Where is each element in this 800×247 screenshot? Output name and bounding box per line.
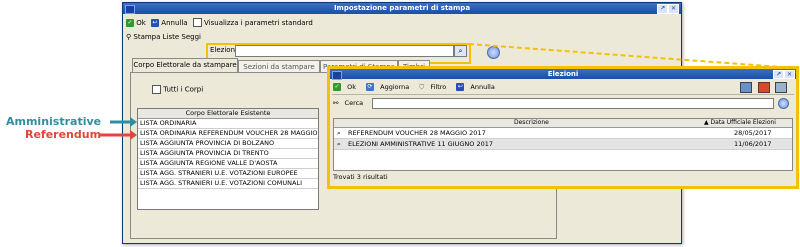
popup-maximize-icon[interactable]: ↗ [773, 70, 784, 79]
status-text: Trovati 3 risultati [333, 173, 388, 181]
filter-button[interactable]: ⛉ Filtro [419, 83, 450, 91]
export-icon[interactable] [740, 82, 752, 93]
pdf-icon[interactable] [758, 82, 770, 93]
elezioni-grid: Descrizione ▲ Data Ufficiale Elezioni ⌕ … [333, 118, 793, 171]
popup-cancel-button[interactable]: ↩ Annulla [456, 83, 498, 91]
search-info-icon[interactable] [778, 98, 789, 109]
popup-titlebar: Elezioni ↗ ✕ [330, 69, 796, 80]
popup-app-icon [332, 71, 342, 80]
elezioni-popup: Elezioni ↗ ✕ ✓ Ok ⟳ Aggiorna ⛉ Filtro ↩ … [327, 66, 799, 189]
popup-ok-button[interactable]: ✓ Ok [333, 83, 360, 91]
table-row[interactable]: ⌕ ELEZIONI AMMINISTRATIVE 11 GIUGNO 2017… [334, 139, 792, 150]
binoculars-icon: ⚯ [333, 99, 339, 107]
refresh-icon: ⟳ [366, 83, 375, 91]
search-row: ⚯ Cerca [330, 97, 796, 109]
search-icon: ⌕ [337, 140, 341, 148]
cancel-icon: ↩ [456, 83, 465, 91]
popup-toolbar: ✓ Ok ⟳ Aggiorna ⛉ Filtro ↩ Annulla [330, 81, 796, 93]
search-input[interactable] [372, 98, 774, 109]
col-data[interactable]: ▲ Data Ufficiale Elezioni [704, 119, 776, 127]
popup-close-icon[interactable]: ✕ [784, 70, 795, 79]
check-icon: ✓ [333, 83, 341, 91]
grid-header: Descrizione ▲ Data Ufficiale Elezioni [334, 119, 792, 128]
popup-title: Elezioni [547, 70, 579, 78]
toolbar-divider [332, 94, 794, 95]
refresh-button[interactable]: ⟳ Aggiorna [366, 83, 413, 91]
table-row[interactable]: ⌕ REFERENDUM VOUCHER 28 MAGGIO 2017 28/0… [334, 128, 792, 139]
search-icon: ⌕ [337, 129, 341, 137]
col-descrizione[interactable]: Descrizione [514, 119, 549, 127]
filter-icon: ⛉ [419, 83, 425, 91]
settings-icon[interactable] [775, 82, 787, 93]
